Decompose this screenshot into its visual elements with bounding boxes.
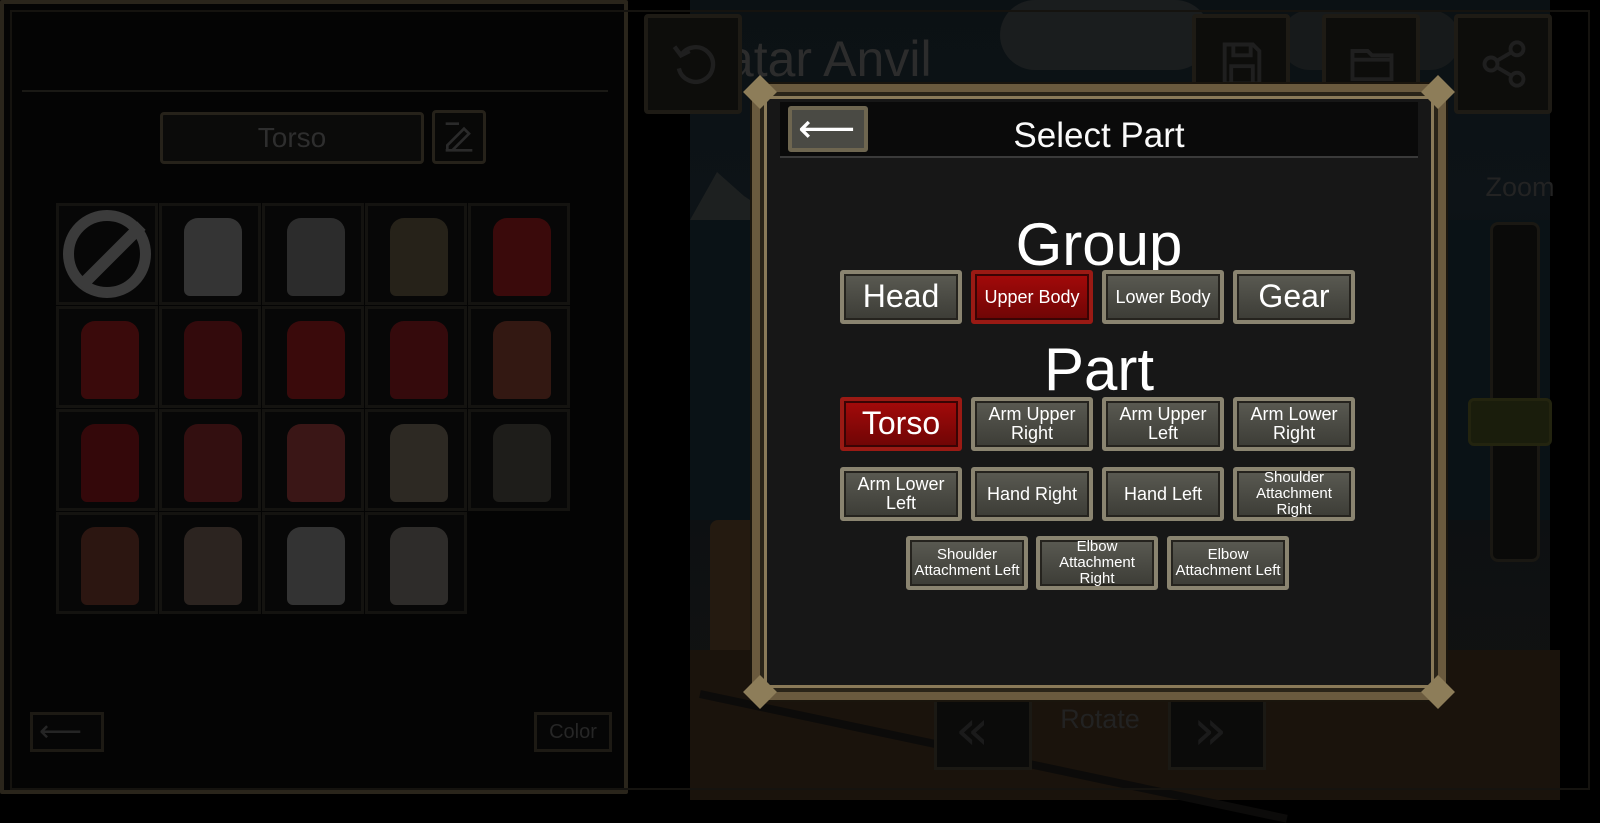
back-arrow-icon: ⟵ [39,714,83,749]
left-back-button[interactable]: ⟵ [30,712,104,752]
torso-item-thumbnail [184,218,242,296]
torso-item-thumbnail [390,527,448,605]
part-section-title: Part [1043,336,1155,403]
chevrons-right-icon: » [1193,698,1228,763]
part-button-elbow-attachment-left[interactable]: Elbow Attachment Left [1167,536,1289,590]
torso-item-slot[interactable] [262,203,364,305]
torso-item-slot[interactable] [159,512,261,614]
torso-item-thumbnail [81,424,139,502]
torso-item-slot[interactable] [56,306,158,408]
edit-part-button[interactable] [432,110,486,164]
save-icon [1222,42,1262,86]
part-button-elbow-attachment-right[interactable]: Elbow Attachment Right [1036,536,1158,590]
torso-item-thumbnail [390,424,448,502]
undo-button[interactable] [644,14,742,114]
part-button-shoulder-attachment-left[interactable]: Shoulder Attachment Left [906,536,1028,590]
part-button-arm-upper-right[interactable]: Arm Upper Right [971,397,1093,451]
chevrons-left-icon: « [955,698,990,763]
folder-icon [1350,49,1394,82]
undo-icon [672,44,716,84]
torso-item-thumbnail [493,321,551,399]
torso-item-thumbnail [390,218,448,296]
zoom-slider-handle[interactable] [1468,398,1552,446]
group-section-title: Group [1015,211,1183,278]
part-button-arm-lower-left[interactable]: Arm Lower Left [840,467,962,521]
color-button[interactable]: Color [534,712,612,752]
part-button-hand-left[interactable]: Hand Left [1102,467,1224,521]
dialog-title: Select Part [1013,116,1185,155]
torso-item-slot[interactable] [468,409,570,511]
edit-icon [445,122,473,152]
torso-item-slot[interactable] [56,409,158,511]
torso-item-slot[interactable] [365,409,467,511]
torso-item-slot[interactable] [262,512,364,614]
part-label-box[interactable]: Torso [160,112,424,164]
torso-item-thumbnail [493,218,551,296]
part-button-shoulder-attachment-right[interactable]: Shoulder Attachment Right [1233,467,1355,521]
group-button-upper-body[interactable]: Upper Body [971,270,1093,324]
torso-item-slot[interactable] [262,409,364,511]
zoom-slider-track[interactable] [1490,222,1540,562]
part-button-arm-lower-right[interactable]: Arm Lower Right [1233,397,1355,451]
torso-item-slot[interactable] [365,306,467,408]
torso-item-thumbnail [287,527,345,605]
group-button-lower-body[interactable]: Lower Body [1102,270,1224,324]
torso-item-slot[interactable] [365,512,467,614]
avatar-anvil-panel: Avatar Anvil Torso ⟵ Color [0,0,932,794]
no-item-icon [63,210,151,298]
torso-item-thumbnail [81,321,139,399]
torso-item-slot[interactable] [468,203,570,305]
torso-item-slot[interactable] [56,512,158,614]
rotate-label: Rotate [1060,704,1140,734]
torso-item-slot[interactable] [365,203,467,305]
group-button-head[interactable]: Head [840,270,962,324]
current-part-label: Torso [257,122,327,153]
dialog-back-button[interactable]: ⟵ [788,106,868,152]
select-part-dialog: Select Part ⟵ Group Part Head Upper Body L… [743,75,1455,709]
dialog-header: Select Part [780,102,1418,158]
group-button-gear[interactable]: Gear [1233,270,1355,324]
back-arrow-icon: ⟵ [798,106,856,152]
share-button[interactable] [1454,14,1552,114]
zoom-label: Zoom [1485,172,1555,202]
torso-item-thumbnail [287,321,345,399]
rotate-left-button[interactable]: « [934,690,1032,770]
torso-item-slot[interactable] [159,409,261,511]
torso-item-slot[interactable] [468,306,570,408]
torso-item-slot[interactable] [159,306,261,408]
torso-item-thumbnail [287,218,345,296]
part-button-arm-upper-left[interactable]: Arm Upper Left [1102,397,1224,451]
torso-item-thumbnail [184,424,242,502]
title-divider [22,90,608,92]
torso-item-slot[interactable] [159,203,261,305]
part-button-hand-right[interactable]: Hand Right [971,467,1093,521]
torso-item-thumbnail [493,424,551,502]
torso-item-thumbnail [390,321,448,399]
rotate-right-button[interactable]: » [1168,690,1266,770]
part-button-torso[interactable]: Torso [840,397,962,451]
torso-item-thumbnail [81,527,139,605]
torso-item-thumbnail [184,321,242,399]
torso-item-thumbnail [184,527,242,605]
share-icon [1482,40,1526,88]
torso-item-slot[interactable] [262,306,364,408]
torso-item-thumbnail [287,424,345,502]
no-item-slot[interactable] [56,203,158,305]
